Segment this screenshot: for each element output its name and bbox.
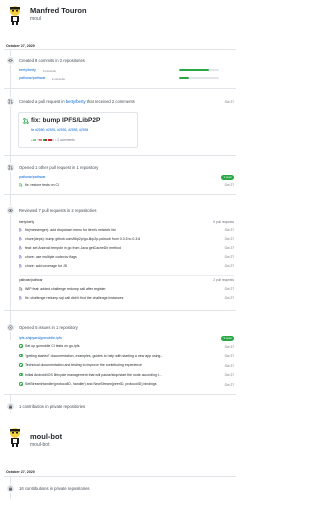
issue-open-icon — [19, 382, 23, 386]
pr-event-repo-link[interactable]: berty/berty — [66, 99, 86, 104]
commit-repo-link[interactable]: berty/berty — [19, 68, 36, 72]
divider — [4, 476, 236, 477]
pr-event-title-suffix: that received 2 comments — [85, 99, 135, 104]
reviewed-event-title: Reviewed 7 pull requests in 2 repositori… — [19, 208, 97, 213]
pr-merged-icon — [19, 236, 23, 241]
issue-list-item[interactable]: Technical documentation and testing to i… — [25, 363, 205, 367]
review-list-item[interactable]: chore: use multiple codecov flags — [25, 255, 205, 259]
eye-icon — [6, 206, 15, 215]
commit-count[interactable]: 2 commits — [52, 77, 65, 81]
review-list-item[interactable]: feat: set Android tempdir in go from Jav… — [25, 246, 205, 250]
timestamp: Oct 27 — [224, 237, 234, 241]
commit-progress-fill — [179, 77, 189, 79]
commit-progress-fill — [179, 69, 209, 71]
lock-icon — [6, 484, 15, 493]
avatar[interactable] — [6, 4, 24, 25]
issues-event-title: Opened 5 issues in 1 repository — [19, 325, 78, 330]
review-count: 2 pull requests — [213, 278, 234, 282]
user-name[interactable]: moul-bot — [30, 432, 62, 441]
timeline-line — [10, 50, 11, 340]
commit-repo-link[interactable]: pathwar/pathwar — [19, 76, 46, 80]
pr-merged-icon — [19, 182, 23, 187]
pr-merged-icon — [19, 227, 23, 232]
pr-merged-icon — [19, 245, 23, 250]
pull-request-card[interactable]: fix: bump IPFS/LibP2P fix #2590, #2591, … — [18, 112, 138, 148]
review-list-item[interactable]: WIP feat: added challenge redump call af… — [25, 287, 205, 291]
pr-merged-icon — [19, 295, 23, 300]
divider — [4, 310, 236, 311]
pull-request-icon — [6, 163, 15, 172]
repo-link[interactable]: ipfs-shipyard/gomobile-ipfs — [19, 336, 62, 340]
open-count-badge: 5 open — [221, 336, 234, 341]
open-count-badge: 1 open — [221, 175, 234, 180]
commit-progress-bar — [179, 69, 219, 71]
divider — [4, 88, 236, 89]
user-login: moul-bot — [30, 442, 50, 448]
review-repo-link[interactable]: berty/berty — [19, 220, 34, 224]
pr-issue-refs[interactable]: fix #2590, #2591, #2592, #2593, #2594 — [31, 128, 88, 132]
issue-list-item[interactable]: SetStreamHandler(protocolID, handler) an… — [25, 382, 205, 386]
timestamp: Oct 27 — [224, 287, 234, 291]
pr-event-title-prefix: Created a pull request in — [19, 99, 66, 104]
pr-open-icon — [23, 118, 29, 124]
pr-open-icon — [19, 286, 23, 291]
timestamp: Oct 27 — [224, 296, 234, 300]
repo-link[interactable]: pathwar/pathwar — [19, 175, 46, 179]
review-list-item[interactable]: fix: challenge redump sql call didn't fi… — [25, 296, 205, 300]
review-list-item[interactable]: chore(deps): bump github.com/libp2p/go-l… — [25, 237, 205, 241]
pr-deletions: −88 — [36, 138, 43, 142]
user-login: moul — [30, 16, 41, 22]
review-repo-link[interactable]: pathwar/pathwar — [19, 278, 43, 282]
timestamp: Oct 27 — [224, 255, 234, 259]
date-heading: October 27, 2020 — [6, 44, 35, 48]
issue-open-icon — [19, 372, 23, 377]
user-name[interactable]: Manfred Touron — [30, 6, 87, 15]
divider — [4, 155, 236, 156]
timestamp: Oct 27 — [224, 344, 234, 349]
divider — [4, 394, 236, 395]
commit-progress-bar — [179, 77, 219, 79]
timestamp: Oct 27 — [224, 363, 234, 368]
pr-diffstat: +48 −88 • 2 comments — [31, 138, 75, 142]
timestamp: Oct 27 — [224, 246, 234, 250]
divider — [4, 194, 236, 195]
pr-merged-icon — [19, 263, 23, 268]
pr-merged-icon — [19, 254, 23, 259]
timestamp: Oct 27 — [224, 264, 234, 268]
diff-blocks — [42, 138, 55, 142]
lock-icon — [6, 402, 15, 411]
private-contribution-text: 1 contribution in private repositories — [19, 404, 86, 409]
private-contribution-text: 16 contributions in private repositories — [19, 486, 90, 491]
review-list-item[interactable]: chore: add coverage for JS — [25, 264, 205, 268]
opened-pr-event-title: Opened 1 other pull request in 1 reposit… — [19, 165, 99, 170]
timestamp: Oct 27 — [224, 382, 234, 387]
review-count: 5 pull requests — [213, 220, 234, 224]
issue-open-icon — [19, 344, 23, 348]
issue-list-item[interactable]: Initial Android/iOS lifecycle management… — [25, 373, 205, 377]
pr-title-link[interactable]: fix: bump IPFS/LibP2P — [31, 117, 100, 124]
issue-open-icon — [19, 353, 23, 358]
review-list-item[interactable]: fix(messenger): add dropdown menu for it… — [25, 228, 205, 232]
issue-list-item[interactable]: Set up gomobile CI tests on go-ipfs — [25, 344, 205, 348]
issue-open-icon — [19, 363, 23, 367]
issue-opened-icon — [6, 323, 15, 332]
commits-event-title: Created 8 commits in 2 repositories — [19, 58, 85, 63]
pr-list-item[interactable]: fix: restore tests on CI — [25, 183, 205, 187]
commit-count[interactable]: 6 commits — [43, 69, 56, 73]
timestamp: Oct 27 — [224, 373, 234, 377]
pr-event-title: Created a pull request in berty/berty th… — [19, 99, 135, 104]
divider — [4, 49, 236, 50]
issue-list-item[interactable]: "getting started" documentation, example… — [25, 354, 205, 358]
avatar[interactable] — [6, 426, 24, 447]
divider-light — [19, 275, 234, 276]
date-heading: October 27, 2020 — [6, 470, 35, 474]
pr-comment-count: • 2 comments — [55, 138, 75, 142]
timestamp: Oct 27 — [224, 228, 234, 232]
pr-additions: +48 — [31, 138, 37, 142]
pull-request-icon — [6, 97, 15, 106]
commit-icon — [6, 56, 15, 65]
timestamp: Oct 27 — [224, 100, 234, 104]
timestamp: Oct 27 — [224, 183, 234, 187]
timestamp: Oct 27 — [224, 354, 234, 358]
